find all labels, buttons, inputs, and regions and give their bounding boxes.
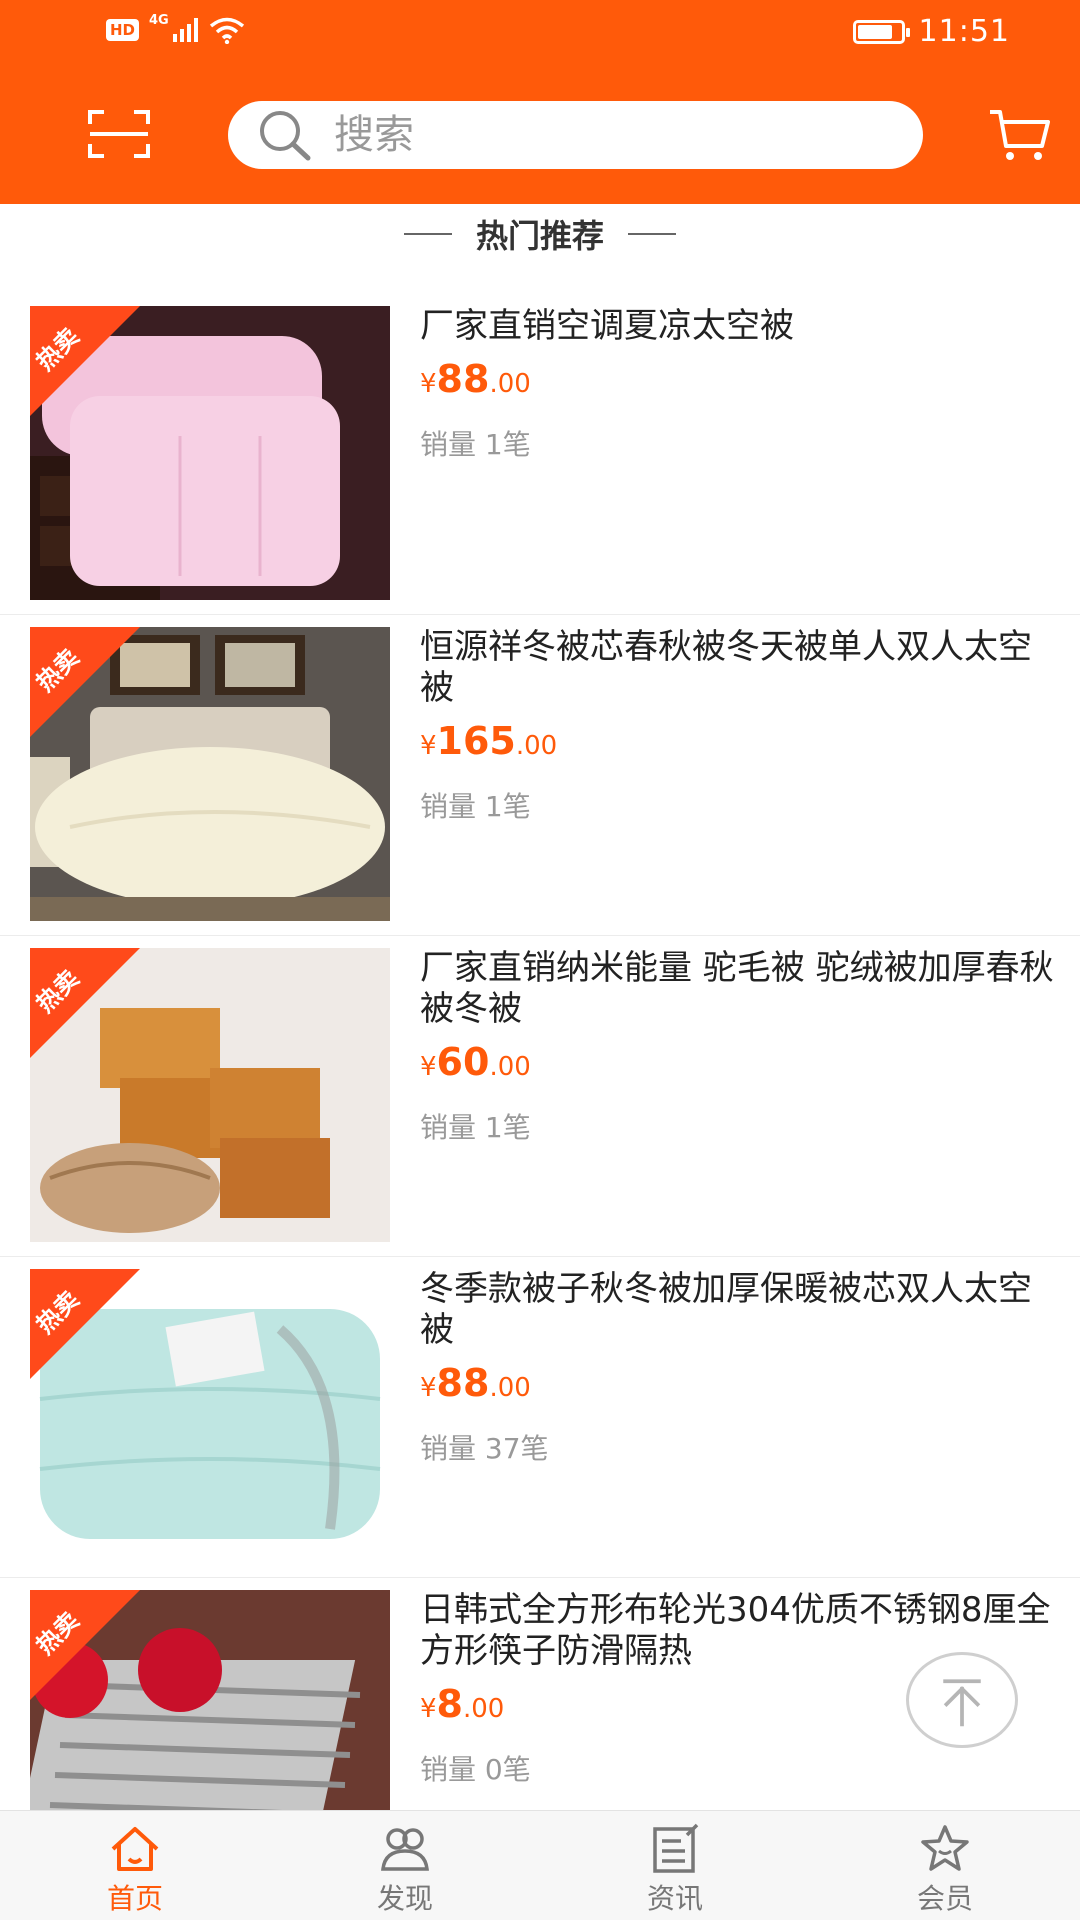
app-root: HD 4G 11:51 搜索 热门推荐 热卖 厂家直销空调夏凉太空被 ¥88.0… [0, 0, 1080, 1920]
clock: 11:51 [918, 14, 1010, 49]
nav-label: 发现 [376, 1882, 433, 1915]
product-image[interactable]: 热卖 [30, 627, 390, 921]
product-title[interactable]: 恒源祥冬被芯春秋被冬天被单人双人太空被 [420, 627, 1060, 709]
header: HD 4G 11:51 [0, 0, 1080, 204]
scan-icon[interactable] [88, 108, 150, 160]
nav-item-news[interactable]: 资讯 [540, 1811, 810, 1920]
product-image[interactable]: 热卖 [30, 948, 390, 1242]
product-title[interactable]: 厂家直销纳米能量 驼毛被 驼绒被加厚春秋被冬被 [420, 948, 1060, 1030]
hd-badge: HD [106, 19, 140, 41]
product-title[interactable]: 厂家直销空调夏凉太空被 [420, 306, 1060, 347]
nav-label: 会员 [916, 1882, 973, 1915]
nav-label: 首页 [106, 1882, 163, 1915]
hot-tag: 热卖 [30, 627, 140, 737]
product-item[interactable]: 热卖 冬季款被子秋冬被加厚保暖被芯双人太空被 ¥88.00 销量 37笔 [0, 1257, 1080, 1578]
home-icon [111, 1827, 159, 1871]
product-sales: 销量 37笔 [420, 1432, 549, 1465]
product-price: ¥60.00 [420, 1040, 531, 1084]
nav-item-discover[interactable]: 发现 [270, 1811, 540, 1920]
hot-tag: 热卖 [30, 1590, 140, 1700]
product-sales: 销量 0笔 [420, 1753, 531, 1786]
back-to-top-button[interactable] [906, 1652, 1018, 1748]
hot-tag: 热卖 [30, 1269, 140, 1379]
product-item[interactable]: 热卖 厂家直销纳米能量 驼毛被 驼绒被加厚春秋被冬被 ¥60.00 销量 1笔 [0, 936, 1080, 1257]
product-item[interactable]: 热卖 恒源祥冬被芯春秋被冬天被单人双人太空被 ¥165.00 销量 1笔 [0, 615, 1080, 936]
product-image[interactable]: 热卖 [30, 306, 390, 600]
product-list: 热卖 厂家直销空调夏凉太空被 ¥88.00 销量 1笔 热卖 恒源祥冬被芯春秋被… [0, 294, 1080, 1899]
hot-tag: 热卖 [30, 948, 140, 1058]
product-item[interactable]: 热卖 厂家直销空调夏凉太空被 ¥88.00 销量 1笔 [0, 294, 1080, 615]
status-right: 11:51 [852, 14, 1010, 49]
bottom-nav: 首页 发现 资讯 会员 [0, 1810, 1080, 1920]
nav-item-member[interactable]: 会员 [810, 1811, 1080, 1920]
search-icon [260, 111, 311, 161]
member-icon [921, 1825, 969, 1871]
product-price: ¥88.00 [420, 357, 531, 401]
product-image[interactable]: 热卖 [30, 1269, 390, 1563]
hot-tag: 热卖 [30, 306, 140, 416]
search-input[interactable] [334, 112, 894, 158]
product-info: 厂家直销空调夏凉太空被 ¥88.00 销量 1笔 [420, 306, 1060, 463]
product-title[interactable]: 冬季款被子秋冬被加厚保暖被芯双人太空被 [420, 1269, 1060, 1351]
status-bar: HD 4G 11:51 [0, 0, 1080, 70]
product-sales: 销量 1笔 [420, 1111, 531, 1144]
product-price: ¥88.00 [420, 1361, 531, 1405]
product-sales: 销量 1笔 [420, 428, 531, 461]
battery-icon [852, 19, 910, 44]
news-icon [653, 1823, 699, 1873]
signal-icon [172, 18, 198, 42]
section-header: 热门推荐 [0, 204, 1080, 264]
product-info: 恒源祥冬被芯春秋被冬天被单人双人太空被 ¥165.00 销量 1笔 [420, 627, 1060, 825]
cart-icon[interactable] [988, 108, 1052, 164]
status-left: HD 4G [106, 12, 246, 44]
divider [403, 233, 452, 235]
product-price: ¥165.00 [420, 719, 558, 763]
nav-label: 资讯 [646, 1882, 703, 1915]
nav-item-home[interactable]: 首页 [0, 1811, 270, 1920]
network-label: 4G [149, 12, 169, 28]
search-bar[interactable] [228, 101, 923, 169]
product-info: 厂家直销纳米能量 驼毛被 驼绒被加厚春秋被冬被 ¥60.00 销量 1笔 [420, 948, 1060, 1146]
product-sales: 销量 1笔 [420, 790, 531, 823]
wifi-icon [209, 17, 244, 44]
product-info: 冬季款被子秋冬被加厚保暖被芯双人太空被 ¥88.00 销量 37笔 [420, 1269, 1060, 1467]
section-title: 热门推荐 [475, 217, 604, 255]
discover-icon [381, 1828, 429, 1871]
divider [628, 233, 676, 235]
